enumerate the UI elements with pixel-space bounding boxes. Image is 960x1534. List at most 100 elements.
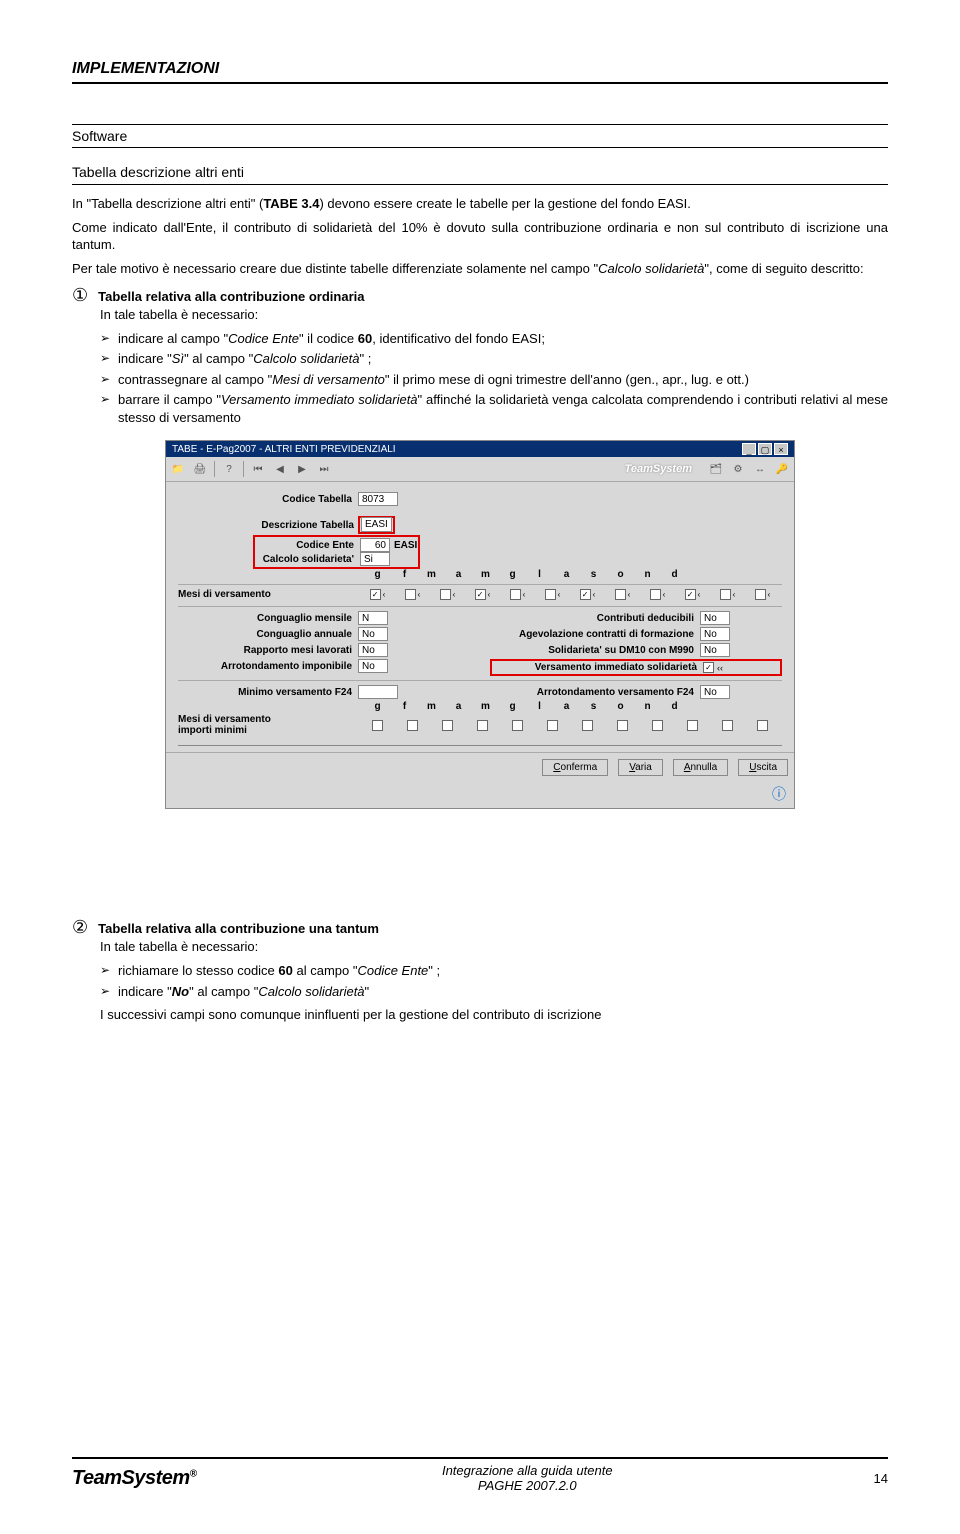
help-icon[interactable]: ? [221,461,237,477]
section-rule [72,184,888,185]
versamento-immediato-label: Versamento immediato solidarietà [493,662,703,673]
chevron-left-icon: ‹ [523,590,526,599]
info-icon[interactable]: ⓘ [166,782,794,808]
paragraph-3: Per tale motivo è necessario creare due … [72,260,888,278]
print-icon[interactable]: 🖨 [192,461,208,477]
first-icon[interactable]: ⏮ [250,461,266,477]
chevron-left-icon: ‹ [768,590,771,599]
month-checkbox[interactable] [615,589,626,600]
month-checkbox[interactable] [512,720,523,731]
circled-two-icon: ② [72,917,88,938]
field-value[interactable]: No [700,611,730,625]
month-checkbox[interactable] [477,720,488,731]
month-checkbox[interactable] [582,720,593,731]
calcolo-solidarieta-field[interactable]: Si [360,552,390,566]
month-checkbox[interactable] [687,720,698,731]
key-icon[interactable]: 🔑 [774,461,790,477]
month-checkbox[interactable] [442,720,453,731]
brand-label: TeamSystem [625,463,692,475]
uscita-button[interactable]: Uscita [738,759,788,776]
month-checkbox[interactable]: ✓ [475,589,486,600]
codice-tabella-field[interactable]: 8073 [358,492,398,506]
min-f24-field[interactable] [358,685,398,699]
versamento-immediato-checkbox[interactable]: ✓ [703,662,714,673]
gear-icon[interactable]: ⚙ [730,461,746,477]
month-checkbox[interactable] [650,589,661,600]
dialog-buttons: Conferma Varia Annulla Uscita [166,752,794,782]
field-value[interactable]: No [358,643,388,657]
app-window: TABE - E-Pag2007 - ALTRI ENTI PREVIDENZI… [165,440,795,809]
month-checkbox[interactable] [545,589,556,600]
month-header: m [472,701,499,712]
month-checkbox[interactable] [722,720,733,731]
conferma-button[interactable]: Conferma [542,759,608,776]
month-checkbox[interactable] [720,589,731,600]
month-checkbox[interactable] [440,589,451,600]
month-checkbox[interactable] [407,720,418,731]
software-block: Software [72,124,888,148]
annulla-button[interactable]: Annulla [673,759,728,776]
field-label: Contributi deducibili [490,613,700,624]
intro-2: In tale tabella è necessario: [100,938,888,956]
codice-ente-field[interactable]: 60 [360,538,390,552]
chevron-left-icon: ‹ [698,590,701,599]
last-icon[interactable]: ⏭ [316,461,332,477]
field-value[interactable]: N [358,611,388,625]
intro-1: In tale tabella è necessario: [100,306,888,324]
field-value[interactable]: No [700,643,730,657]
month-header: f [391,569,418,580]
month-header: d [661,569,688,580]
month-checkbox[interactable] [652,720,663,731]
month-checkbox[interactable] [510,589,521,600]
descrizione-field[interactable]: EASI [361,517,392,532]
header-rule [72,82,888,84]
footer-line1: Integrazione alla guida utente [197,1463,858,1479]
field-value[interactable]: No [358,659,388,673]
month-checkbox[interactable]: ✓ [580,589,591,600]
month-checkbox[interactable]: ✓ [370,589,381,600]
month-header: f [391,701,418,712]
month-checkbox[interactable] [405,589,416,600]
list-item: barrare il campo "Versamento immediato s… [100,391,888,426]
next-icon[interactable]: ▶ [294,461,310,477]
folder-icon[interactable]: 📁 [170,461,186,477]
codice-ente-label: Codice Ente [256,540,360,551]
prev-icon[interactable]: ◀ [272,461,288,477]
month-header: a [445,701,472,712]
chevron-left-icon: ‹ [628,590,631,599]
month-checkbox[interactable] [617,720,628,731]
month-header: l [526,569,553,580]
list-item: indicare "No" al campo "Calcolo solidari… [100,983,888,1001]
arrows-icon[interactable]: ↔ [752,461,768,477]
window-title: TABE - E-Pag2007 - ALTRI ENTI PREVIDENZI… [172,444,396,455]
month-checkbox[interactable] [755,589,766,600]
software-label: Software [72,125,888,147]
chevron-left-icon: ‹ [663,590,666,599]
month-checkbox[interactable] [372,720,383,731]
descrizione-label: Descrizione Tabella [178,520,358,531]
month-checkbox[interactable] [757,720,768,731]
maximize-icon[interactable]: ▢ [758,443,772,455]
list-item: indicare "Sì" al campo "Calcolo solidari… [100,350,888,368]
month-header: a [553,569,580,580]
chevron-left-icon: ‹ [593,590,596,599]
paragraph-2: Come indicato dall'Ente, il contributo d… [72,219,888,254]
arr-f24-field[interactable]: No [700,685,730,699]
month-header: s [580,701,607,712]
list-item: richiamare lo stesso codice 60 al campo … [100,962,888,980]
field-value[interactable]: No [700,627,730,641]
month-checkbox[interactable] [547,720,558,731]
stack-icon[interactable]: 🗂 [708,461,724,477]
month-checkbox[interactable]: ✓ [685,589,696,600]
close-icon[interactable]: × [774,443,788,455]
field-value[interactable]: No [358,627,388,641]
varia-button[interactable]: Varia [618,759,663,776]
month-header: d [661,701,688,712]
mesi-minimi-label: Mesi di versamento importi minimi [178,714,293,736]
paragraph-1: In "Tabella descrizione altri enti" (TAB… [72,195,888,213]
month-header: o [607,701,634,712]
bullet-list-1: indicare al campo "Codice Ente" il codic… [100,330,888,427]
page-footer: TeamSystem® Integrazione alla guida uten… [72,1457,888,1494]
field-label: Agevolazione contratti di formazione [490,629,700,640]
minimize-icon[interactable]: _ [742,443,756,455]
